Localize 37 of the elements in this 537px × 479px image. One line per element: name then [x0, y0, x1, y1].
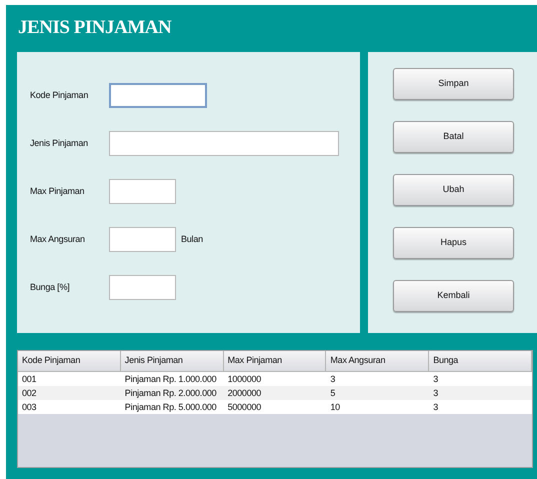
input-field[interactable]: [109, 275, 176, 300]
field-label: Jenis Pinjaman: [30, 136, 89, 150]
input-field[interactable]: [109, 227, 176, 252]
table-cell-text: Pinjaman Rp. 5.000.000: [124, 401, 218, 414]
table-cell-text: 001: [21, 373, 38, 386]
field-label: Max Pinjaman: [30, 184, 86, 198]
table-cell-text: 2000000: [226, 387, 262, 400]
unit-label: Bulan: [181, 232, 203, 246]
table-cell-text: 3: [432, 401, 439, 414]
input-field[interactable]: [109, 179, 176, 204]
table-cell-text: 3: [432, 387, 439, 400]
column-header[interactable]: Kode Pinjaman: [18, 351, 121, 372]
column-header[interactable]: Max Angsuran: [326, 351, 430, 372]
table-cell-text: 10: [329, 401, 341, 414]
action-button[interactable]: Simpan: [393, 68, 514, 100]
table-cell-text: 3: [432, 373, 439, 386]
table-cell-text: 3: [329, 373, 336, 386]
field-label: Kode Pinjaman: [30, 88, 90, 102]
table-cell-text: 1000000: [226, 373, 262, 386]
field-label: Max Angsuran: [30, 232, 86, 246]
action-button[interactable]: Kembali: [393, 280, 514, 312]
action-button[interactable]: Hapus: [393, 227, 514, 259]
column-header[interactable]: Bunga: [429, 351, 532, 372]
table-cell-text: 003: [21, 401, 38, 414]
table-cell-text: Pinjaman Rp. 2.000.000: [124, 387, 218, 400]
action-button[interactable]: Batal: [393, 121, 514, 153]
column-header[interactable]: Jenis Pinjaman: [120, 351, 224, 372]
column-header[interactable]: Max Pinjaman: [224, 351, 326, 372]
table-cell-text: 002: [21, 387, 38, 400]
action-button[interactable]: Ubah: [393, 174, 514, 206]
table-cell-text: 5000000: [226, 401, 262, 414]
field-label: Bunga [%]: [30, 280, 71, 294]
input-field[interactable]: [109, 83, 207, 108]
input-field[interactable]: [109, 131, 339, 156]
table-cell-text: Pinjaman Rp. 1.000.000: [124, 373, 218, 386]
table-cell-text: 5: [329, 387, 336, 400]
window-title: JENIS PINJAMAN: [17, 16, 172, 40]
